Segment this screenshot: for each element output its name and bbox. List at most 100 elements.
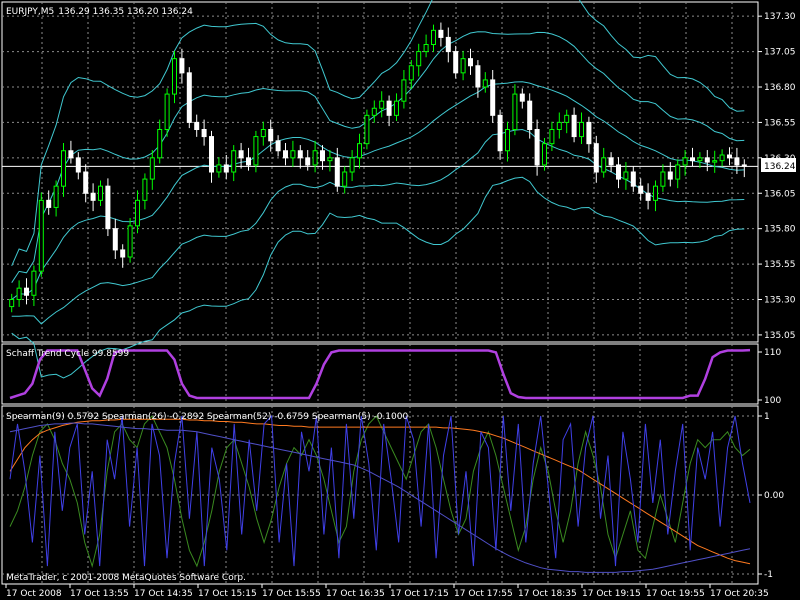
candle[interactable]: [512, 84, 518, 136]
candle[interactable]: [712, 150, 718, 173]
candle[interactable]: [24, 278, 29, 305]
candle[interactable]: [453, 45, 459, 79]
candle[interactable]: [638, 178, 644, 201]
candle[interactable]: [349, 150, 355, 182]
candle[interactable]: [68, 140, 74, 164]
bull-candle-body: [660, 171, 666, 187]
candle[interactable]: [246, 147, 251, 171]
candle[interactable]: [194, 114, 200, 137]
candle[interactable]: [401, 70, 407, 109]
candle[interactable]: [475, 60, 481, 98]
candle[interactable]: [519, 88, 525, 109]
candle[interactable]: [209, 130, 214, 183]
candle[interactable]: [675, 159, 681, 189]
bull-candle-body: [394, 100, 399, 116]
candle[interactable]: [394, 93, 399, 121]
candle[interactable]: [364, 109, 370, 150]
candle[interactable]: [61, 142, 66, 197]
candle[interactable]: [112, 218, 118, 259]
candle[interactable]: [157, 119, 163, 164]
candle[interactable]: [653, 180, 658, 212]
candle[interactable]: [601, 147, 607, 178]
candle[interactable]: [75, 152, 81, 180]
candle[interactable]: [297, 145, 303, 169]
candle[interactable]: [586, 116, 592, 153]
candle[interactable]: [697, 152, 703, 169]
candle[interactable]: [90, 183, 96, 212]
candle[interactable]: [105, 178, 111, 237]
candle[interactable]: [704, 150, 710, 172]
candle[interactable]: [608, 152, 614, 173]
candle[interactable]: [120, 244, 126, 268]
candle[interactable]: [423, 34, 429, 58]
candle[interactable]: [327, 150, 333, 172]
candle[interactable]: [630, 166, 636, 192]
x-tick-label: 17 Oct 17:55: [454, 589, 513, 599]
candle[interactable]: [490, 70, 496, 123]
candle[interactable]: [216, 157, 222, 178]
candle[interactable]: [275, 135, 281, 157]
x-tick-label: 17 Oct 16:35: [326, 589, 385, 599]
candle[interactable]: [645, 183, 651, 210]
candle[interactable]: [445, 27, 451, 63]
candle[interactable]: [231, 145, 237, 182]
candle[interactable]: [83, 164, 89, 203]
candle[interactable]: [357, 133, 362, 169]
candle[interactable]: [290, 140, 296, 167]
candle[interactable]: [260, 121, 266, 146]
candle[interactable]: [660, 164, 666, 192]
candle[interactable]: [342, 166, 348, 194]
candle[interactable]: [201, 119, 207, 146]
candle[interactable]: [9, 293, 15, 313]
candle[interactable]: [149, 150, 155, 190]
trading-chart[interactable]: 137.30137.05136.80136.55136.30136.05135.…: [0, 0, 800, 600]
candle[interactable]: [186, 67, 192, 129]
candle[interactable]: [534, 119, 540, 176]
candle[interactable]: [98, 180, 103, 207]
bear-candle-body: [297, 150, 303, 159]
candlesticks[interactable]: [9, 22, 747, 313]
candle[interactable]: [53, 180, 59, 217]
candle[interactable]: [223, 155, 229, 180]
candle[interactable]: [371, 100, 377, 123]
candle[interactable]: [305, 150, 311, 171]
candle[interactable]: [564, 109, 570, 134]
candle[interactable]: [379, 91, 385, 118]
candle[interactable]: [38, 192, 44, 277]
candle[interactable]: [283, 142, 288, 166]
candle[interactable]: [468, 48, 473, 75]
candle[interactable]: [460, 50, 466, 81]
candle[interactable]: [16, 280, 22, 307]
candle[interactable]: [571, 107, 577, 143]
x-tick-label: 17 Oct 15:55: [262, 589, 321, 599]
candle[interactable]: [172, 50, 177, 104]
candle[interactable]: [719, 149, 725, 167]
candle[interactable]: [727, 147, 732, 166]
candle[interactable]: [408, 60, 414, 89]
candle[interactable]: [142, 173, 148, 210]
candle[interactable]: [238, 142, 244, 169]
candle[interactable]: [556, 112, 562, 139]
candle[interactable]: [416, 43, 422, 77]
candle[interactable]: [438, 22, 444, 47]
candle[interactable]: [164, 88, 170, 137]
candle[interactable]: [135, 190, 140, 234]
x-tick-label: 17 Oct 14:35: [134, 589, 193, 599]
bear-candle-body: [305, 157, 311, 166]
candle[interactable]: [482, 72, 488, 93]
candle[interactable]: [505, 121, 510, 162]
candle[interactable]: [127, 218, 133, 263]
panel-border-0: [1, 1, 759, 343]
candle[interactable]: [741, 159, 747, 178]
candle[interactable]: [616, 157, 621, 189]
candle[interactable]: [268, 119, 274, 152]
candle[interactable]: [667, 162, 673, 187]
candle[interactable]: [431, 24, 436, 52]
candle[interactable]: [46, 190, 52, 215]
candle[interactable]: [312, 140, 318, 173]
candle[interactable]: [542, 138, 547, 171]
candle[interactable]: [386, 95, 392, 127]
candle[interactable]: [579, 112, 584, 144]
candle[interactable]: [593, 135, 599, 183]
candle[interactable]: [690, 147, 695, 167]
